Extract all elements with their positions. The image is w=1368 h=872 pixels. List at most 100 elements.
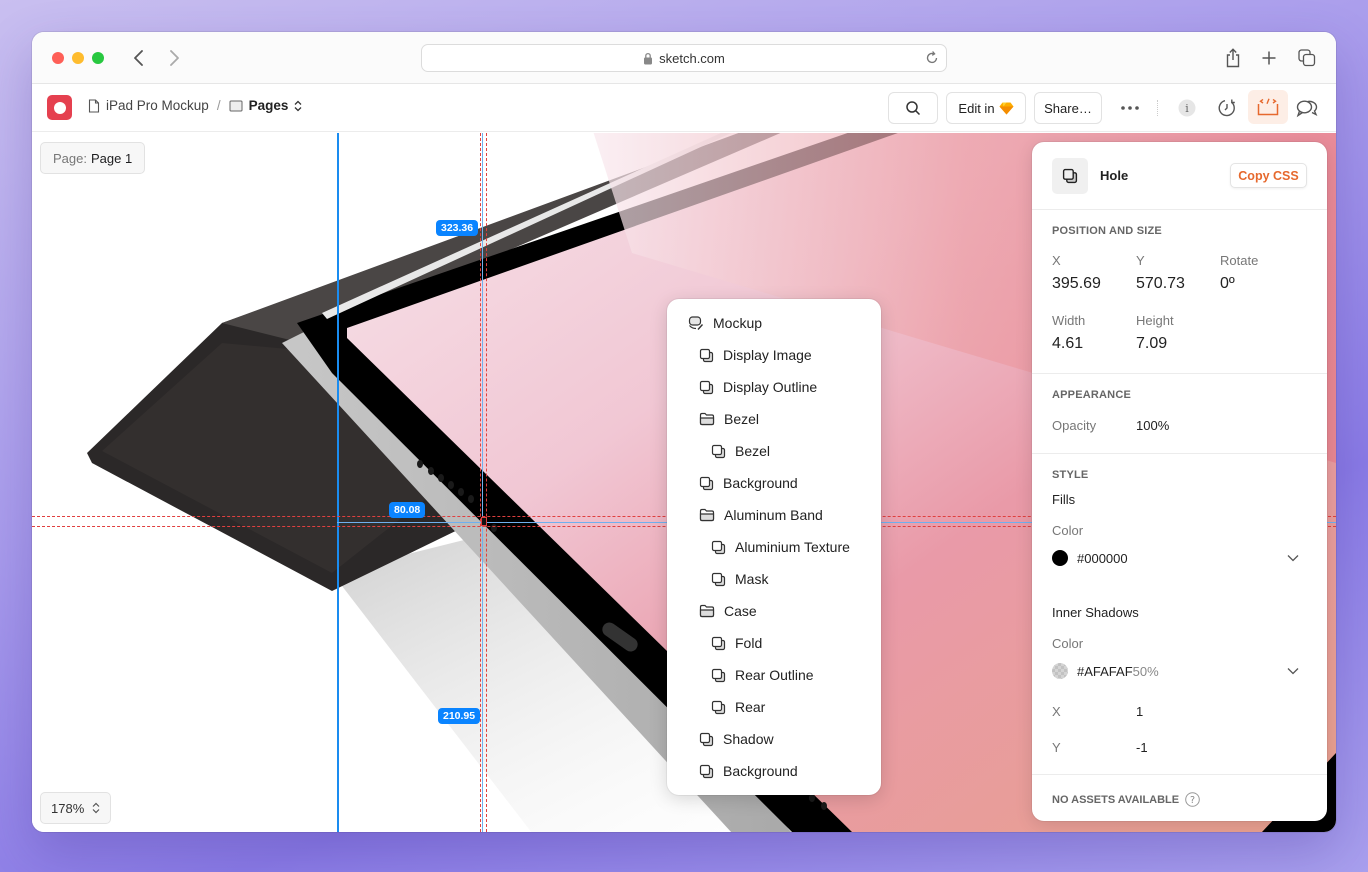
search-button[interactable] (888, 92, 938, 124)
document-name[interactable]: iPad Pro Mockup (106, 98, 209, 113)
sketch-logo[interactable] (47, 95, 72, 120)
height-value[interactable]: 7.09 (1136, 335, 1167, 353)
forward-button[interactable] (162, 46, 186, 70)
history-button[interactable] (1213, 94, 1241, 122)
layer-item[interactable]: Rear Outline (667, 659, 881, 691)
folder-icon (699, 412, 715, 426)
zoom-control[interactable]: 178% (40, 792, 112, 824)
inspector-header: Hole Copy CSS (1032, 142, 1327, 210)
layer-group[interactable]: Bezel (667, 403, 881, 435)
inspect-mode-button[interactable] (1248, 90, 1288, 124)
share-button[interactable]: Share… (1034, 92, 1102, 124)
layer-item[interactable]: Display Image (667, 339, 881, 371)
layer-item[interactable]: Mockup (667, 307, 881, 339)
section-title: POSITION AND SIZE (1052, 225, 1162, 237)
layer-label: Bezel (735, 443, 771, 459)
lock-icon (643, 52, 653, 65)
measurement-left: 80.08 (389, 502, 426, 518)
layer-icon (711, 444, 726, 458)
fill-color-value: #000000 (1077, 550, 1128, 566)
layer-icon (699, 764, 714, 778)
guide-dashed-v1 (480, 133, 481, 832)
reload-icon[interactable] (924, 50, 940, 69)
page-label: Page: (53, 150, 87, 166)
page-indicator[interactable]: Page: Page 1 (40, 142, 146, 174)
width-value[interactable]: 4.61 (1052, 335, 1083, 353)
appearance-section: APPEARANCE Opacity 100% (1032, 374, 1327, 454)
section-title: APPEARANCE (1052, 389, 1132, 401)
layer-item[interactable]: Aluminium Texture (667, 531, 881, 563)
layer-label: Bezel (724, 411, 760, 427)
address-bar[interactable]: sketch.com (421, 44, 947, 72)
tab-overview-button[interactable] (1295, 46, 1319, 70)
section-title: STYLE (1052, 469, 1089, 481)
layer-item[interactable]: Mask (667, 563, 881, 595)
fill-color-swatch (1052, 550, 1068, 566)
pages-dropdown[interactable]: Pages (249, 98, 289, 113)
layer-item[interactable]: Bezel (667, 435, 881, 467)
close-window-button[interactable] (52, 52, 64, 64)
layer-item[interactable]: Shadow (667, 723, 881, 755)
selected-hole[interactable] (481, 517, 487, 526)
document-icon (88, 98, 100, 113)
layer-label: Display Outline (723, 379, 818, 395)
shadow-opacity: 50% (1132, 663, 1159, 679)
back-button[interactable] (127, 46, 151, 70)
layer-group[interactable]: Aluminum Band (667, 499, 881, 531)
shadow-y-label: Y (1052, 740, 1061, 755)
y-label: Y (1136, 253, 1145, 268)
shadow-x-value[interactable]: 1 (1136, 704, 1143, 719)
share-page-button[interactable] (1221, 46, 1245, 70)
page-value: Page 1 (90, 150, 133, 166)
layer-label: Fold (735, 635, 763, 651)
layer-icon (699, 348, 714, 362)
info-icon: i (1178, 99, 1196, 117)
svg-text:i: i (1185, 102, 1189, 115)
layer-label: Background (723, 475, 798, 491)
shadow-y-value[interactable]: -1 (1136, 740, 1148, 755)
copy-css-button[interactable]: Copy CSS (1230, 163, 1307, 188)
style-section: STYLE Fills Color #000000 Inner Shadows … (1032, 454, 1327, 775)
layer-icon (711, 700, 726, 714)
x-value[interactable]: 395.69 (1052, 275, 1101, 293)
layer-item[interactable]: Rear (667, 691, 881, 723)
layer-icon (711, 540, 726, 554)
edit-in-sketch-button[interactable]: Edit in (946, 92, 1026, 124)
layer-item[interactable]: Background (667, 467, 881, 499)
layer-group[interactable]: Case (667, 595, 881, 627)
position-size-section: POSITION AND SIZE X Y Rotate 395.69 570.… (1032, 210, 1327, 374)
shadow-color-swatch (1052, 663, 1068, 679)
assets-section: NO ASSETS AVAILABLE ? (1052, 792, 1200, 807)
toolbar-divider (1157, 100, 1158, 116)
opacity-value[interactable]: 100% (1136, 418, 1169, 433)
info-button[interactable]: i (1173, 94, 1201, 122)
share-icon (1226, 48, 1240, 68)
chevron-up-down-icon (294, 100, 302, 111)
pages-icon (229, 100, 243, 111)
help-icon[interactable]: ? (1185, 792, 1200, 807)
code-inspect-icon (1257, 98, 1279, 116)
y-value[interactable]: 570.73 (1136, 275, 1185, 293)
layer-icon (1062, 168, 1078, 184)
symbol-icon (688, 316, 704, 330)
measurement-bottom: 210.95 (438, 708, 481, 724)
minimize-window-button[interactable] (72, 52, 84, 64)
fill-color-row[interactable]: #000000 (1052, 549, 1307, 567)
layer-item[interactable]: Fold (667, 627, 881, 659)
new-tab-button[interactable] (1257, 46, 1281, 70)
layer-icon (699, 380, 714, 394)
rotate-value[interactable]: 0º (1220, 275, 1235, 293)
zoom-level: 178% (51, 800, 85, 816)
layer-item[interactable]: Background (667, 755, 881, 787)
layer-item[interactable]: Display Outline (667, 371, 881, 403)
inner-shadows-label: Inner Shadows (1052, 605, 1139, 620)
shadow-color-value: #AFAFAF50% (1077, 663, 1159, 679)
layer-list-popup: Mockup Display Image Display Outline Bez… (667, 299, 881, 795)
back-icon (134, 50, 143, 66)
maximize-window-button[interactable] (92, 52, 104, 64)
shadow-color-row[interactable]: #AFAFAF50% (1052, 662, 1307, 680)
history-icon (1218, 99, 1235, 117)
more-options-button[interactable] (1116, 94, 1144, 122)
comments-button[interactable] (1293, 94, 1321, 122)
layer-label: Rear (735, 699, 766, 715)
